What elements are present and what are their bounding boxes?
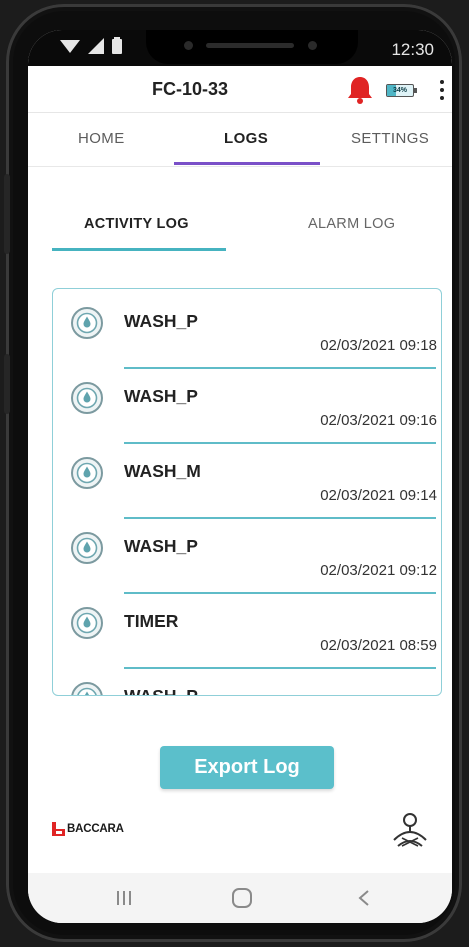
status-bar: 12:30 bbox=[28, 30, 452, 66]
log-timestamp: 02/03/2021 08:59 bbox=[320, 637, 437, 654]
subtab-activity-log[interactable]: ACTIVITY LOG bbox=[84, 216, 189, 232]
log-event-name: WASH_P bbox=[124, 386, 198, 406]
list-item[interactable]: WASH_M 02/03/2021 09:14 bbox=[53, 439, 441, 519]
water-drop-icon bbox=[71, 532, 103, 564]
list-item[interactable]: TIMER 02/03/2021 08:59 bbox=[53, 589, 441, 669]
camera-notch bbox=[146, 30, 358, 64]
water-drop-icon bbox=[71, 382, 103, 414]
activity-log-list[interactable]: WASH_P 02/03/2021 09:18 WASH_P 02/03/202… bbox=[52, 288, 442, 696]
home-icon[interactable] bbox=[222, 883, 262, 913]
log-timestamp: 02/03/2021 09:16 bbox=[320, 412, 437, 429]
log-timestamp: 02/03/2021 09:14 bbox=[320, 487, 437, 504]
system-nav-bar bbox=[28, 873, 452, 923]
water-drop-icon bbox=[71, 307, 103, 339]
list-item[interactable]: WASH_P 02/03/2021 09:18 bbox=[53, 289, 441, 369]
tab-settings[interactable]: SETTINGS bbox=[351, 130, 429, 147]
volume-button bbox=[4, 174, 10, 254]
active-tab-indicator bbox=[174, 162, 320, 165]
log-event-name: WASH_P bbox=[124, 311, 198, 331]
device-title: FC-10-33 bbox=[152, 79, 229, 99]
battery-status-icon bbox=[112, 37, 122, 54]
list-item[interactable]: WASH_P bbox=[53, 664, 441, 696]
water-drop-icon bbox=[71, 457, 103, 489]
app-bar: FC-10-33 34% bbox=[28, 66, 452, 113]
device-battery-indicator: 34% bbox=[386, 84, 417, 97]
more-vertical-icon[interactable] bbox=[432, 78, 452, 102]
log-event-name: WASH_P bbox=[124, 536, 198, 556]
wifi-icon bbox=[60, 39, 80, 53]
log-event-name: TIMER bbox=[124, 611, 179, 631]
brand-name: BACCARA bbox=[67, 823, 124, 835]
log-event-name: WASH_P bbox=[124, 686, 198, 696]
main-tabs: HOME LOGS SETTINGS bbox=[28, 114, 452, 167]
tab-home[interactable]: HOME bbox=[78, 130, 125, 147]
tab-logs[interactable]: LOGS bbox=[224, 130, 268, 147]
screen: 12:30 FC-10-33 34% HOME LOGS SETTINGS AC… bbox=[28, 30, 452, 923]
power-button bbox=[4, 354, 10, 414]
product-logo-icon bbox=[393, 813, 427, 847]
log-event-name: WASH_M bbox=[124, 461, 201, 481]
signal-icon bbox=[88, 37, 104, 54]
status-icons bbox=[60, 37, 122, 54]
bell-icon[interactable] bbox=[346, 75, 374, 105]
status-time: 12:30 bbox=[391, 40, 434, 59]
brand-logo: BACCARA bbox=[52, 822, 124, 836]
subtab-alarm-log[interactable]: ALARM LOG bbox=[308, 216, 395, 232]
battery-level: 34% bbox=[392, 87, 407, 94]
back-icon[interactable] bbox=[344, 883, 384, 913]
phone-frame: 12:30 FC-10-33 34% HOME LOGS SETTINGS AC… bbox=[4, 4, 462, 942]
list-item[interactable]: WASH_P 02/03/2021 09:16 bbox=[53, 364, 441, 444]
recents-icon[interactable] bbox=[104, 883, 144, 913]
log-timestamp: 02/03/2021 09:18 bbox=[320, 337, 437, 354]
list-item[interactable]: WASH_P 02/03/2021 09:12 bbox=[53, 514, 441, 594]
export-log-button[interactable]: Export Log bbox=[160, 746, 334, 789]
water-drop-icon bbox=[71, 682, 103, 695]
log-timestamp: 02/03/2021 09:12 bbox=[320, 562, 437, 579]
baccara-logo-icon bbox=[52, 822, 65, 836]
water-drop-icon bbox=[71, 607, 103, 639]
active-subtab-indicator bbox=[52, 248, 226, 251]
